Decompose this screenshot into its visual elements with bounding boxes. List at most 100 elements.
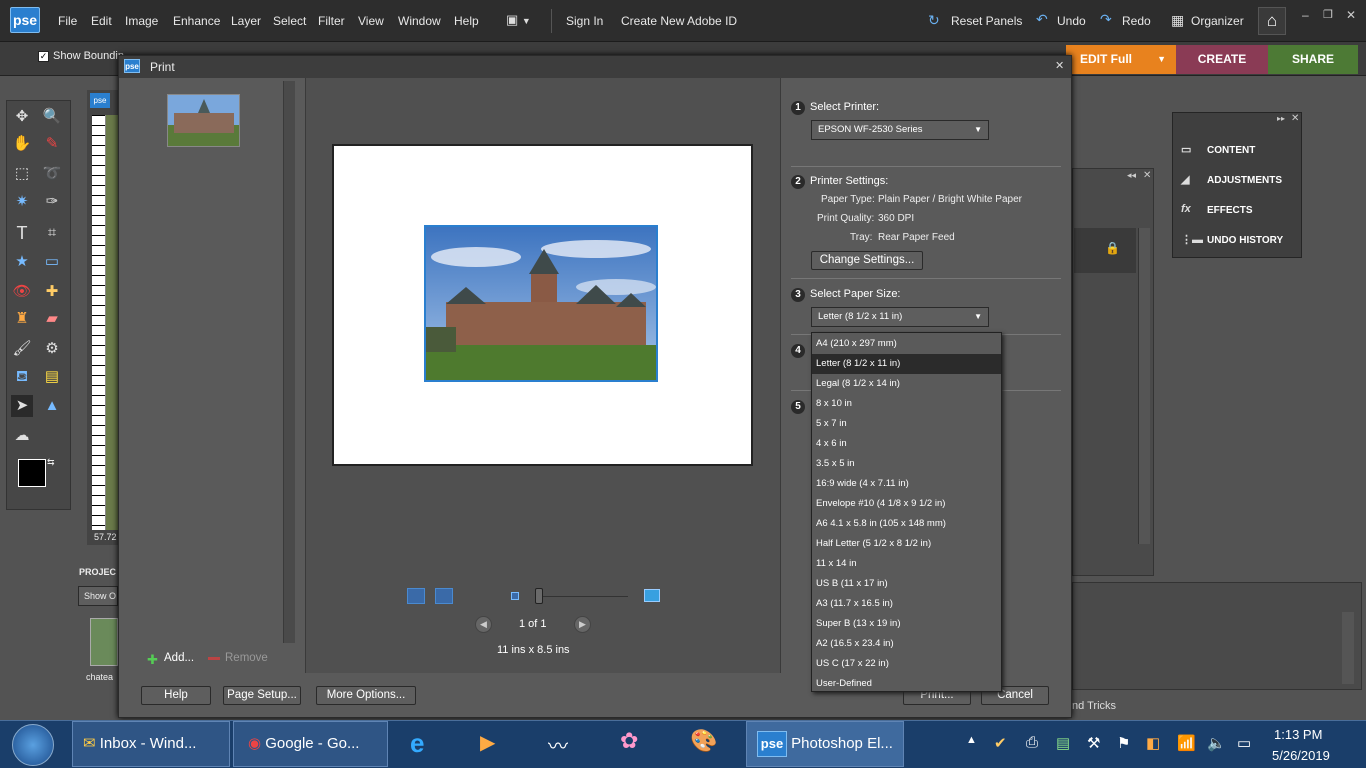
marquee-tool-icon[interactable]: ⬚ <box>11 163 33 185</box>
photo-preview[interactable] <box>424 225 658 382</box>
zoom-slider-track[interactable] <box>536 596 628 597</box>
menu-layer[interactable]: Layer <box>231 14 261 28</box>
taskbar-inbox[interactable]: ✉ Inbox - Wind... <box>72 721 230 767</box>
paper-size-option[interactable]: Super B (13 x 19 in) <box>812 614 1001 634</box>
home-icon[interactable]: ⌂ <box>1258 7 1286 35</box>
media-player-icon[interactable]: ▶ <box>480 730 495 755</box>
tool-tray-icon[interactable]: ⚒ <box>1087 734 1100 752</box>
gradient-tool-icon[interactable]: ▤ <box>41 366 63 388</box>
menu-select[interactable]: Select <box>273 14 306 28</box>
menu-image[interactable]: Image <box>125 14 158 28</box>
taskbar-photoshop[interactable]: pse Photoshop El... <box>746 721 904 767</box>
paper-size-option[interactable]: A2 (16.5 x 23.4 in) <box>812 634 1001 654</box>
brush-tool-icon[interactable]: 🖌 <box>11 338 33 360</box>
panel-undo-history[interactable]: ⋮▬ UNDO HISTORY <box>1181 234 1283 246</box>
tab-share[interactable]: SHARE <box>1268 45 1358 74</box>
blur-tool-icon[interactable]: ▲ <box>41 395 63 417</box>
paper-size-select[interactable]: Letter (8 1/2 x 11 in) ▼ <box>811 307 989 327</box>
taskbar-google[interactable]: ◉ Google - Go... <box>233 721 388 767</box>
hand-tool-icon[interactable]: ✋ <box>11 133 33 155</box>
paper-size-option[interactable]: Half Letter (5 1/2 x 8 1/2 in) <box>812 534 1001 554</box>
quick-selection-tool-icon[interactable]: ✑ <box>41 191 63 213</box>
paper-size-option[interactable]: 8 x 10 in <box>812 394 1001 414</box>
reset-panels-button[interactable]: Reset Panels <box>951 14 1022 28</box>
selection-arrow-tool-icon[interactable]: ➤ <box>11 395 33 417</box>
show-dropdown[interactable]: Show O <box>78 586 118 606</box>
restore-icon[interactable]: ❐ <box>1323 8 1333 21</box>
clock-time[interactable]: 1:13 PM <box>1274 727 1322 742</box>
sponge-tool-icon[interactable]: ☁ <box>11 425 33 447</box>
change-settings-button[interactable]: Change Settings... <box>811 251 923 270</box>
printer-select[interactable]: EPSON WF-2530 Series ▼ <box>811 120 989 140</box>
stock-app-icon[interactable]: 〰 <box>548 730 568 759</box>
eyedropper-tool-icon[interactable]: ✎ <box>41 133 63 155</box>
previous-page-button[interactable]: ◀ <box>475 616 492 633</box>
swap-colors-icon[interactable]: ⇆ <box>47 457 55 468</box>
paper-size-option[interactable]: Letter (8 1/2 x 11 in) <box>812 354 1001 374</box>
layers-scrollbar[interactable] <box>1138 228 1150 544</box>
crop-tool-icon[interactable]: ⌗ <box>41 222 63 244</box>
paper-size-option[interactable]: Envelope #10 (4 1/8 x 9 1/2 in) <box>812 494 1001 514</box>
show-hidden-icons[interactable]: ▲ <box>966 734 977 746</box>
undo-button[interactable]: Undo <box>1057 14 1086 28</box>
dialog-close-icon[interactable]: ✕ <box>1055 59 1064 72</box>
move-tool-icon[interactable]: ✥ <box>11 106 33 128</box>
paint-bucket-tool-icon[interactable]: ⛾ <box>11 366 33 388</box>
magic-wand-tool-icon[interactable]: ✷ <box>11 191 33 213</box>
panel-effects[interactable]: fx EFFECTS <box>1181 203 1253 216</box>
expand-icon[interactable]: ▸▸ <box>1277 114 1285 123</box>
show-bounding-checkbox[interactable]: ✓ <box>38 51 49 62</box>
sign-in-link[interactable]: Sign In <box>566 14 603 28</box>
tips-scrollbar[interactable] <box>1342 612 1354 684</box>
eraser-tool-icon[interactable]: ▰ <box>41 308 63 330</box>
network-printer-icon[interactable]: ⎙ <box>1026 734 1038 751</box>
layout-dropdown[interactable]: ▣ ▼ <box>506 12 540 30</box>
panel-content[interactable]: ▭ CONTENT <box>1181 144 1255 156</box>
clock-date[interactable]: 5/26/2019 <box>1272 748 1330 763</box>
thumbnail-scrollbar[interactable] <box>283 81 295 643</box>
paint-palette-icon[interactable]: 🎨 <box>690 728 717 754</box>
menu-window[interactable]: Window <box>398 14 441 28</box>
collapse-icon[interactable]: ◂◂ <box>1127 170 1136 181</box>
add-button[interactable]: Add... <box>164 652 194 664</box>
menu-view[interactable]: View <box>358 14 384 28</box>
paint-brush-icon[interactable]: ✿ <box>620 728 638 754</box>
close-icon[interactable]: ✕ <box>1291 113 1299 124</box>
remove-button[interactable]: Remove <box>225 652 268 664</box>
tab-edit-full[interactable]: EDIT Full ▼ <box>1066 45 1176 74</box>
close-icon[interactable]: ✕ <box>1143 170 1151 181</box>
paper-size-option[interactable]: A4 (210 x 297 mm) <box>812 334 1001 354</box>
print-thumbnail[interactable] <box>167 94 240 147</box>
recompose-tool-icon[interactable]: ▭ <box>41 251 63 273</box>
more-options-button[interactable]: More Options... <box>316 686 416 705</box>
start-button[interactable] <box>12 724 54 766</box>
menu-filter[interactable]: Filter <box>318 14 345 28</box>
paper-size-option[interactable]: 16:9 wide (4 x 7.11 in) <box>812 474 1001 494</box>
paper-size-option[interactable]: 11 x 14 in <box>812 554 1001 574</box>
internet-explorer-icon[interactable]: e <box>410 728 424 759</box>
tab-create[interactable]: CREATE <box>1176 45 1268 74</box>
paper-size-option[interactable]: Legal (8 1/2 x 14 in) <box>812 374 1001 394</box>
project-thumbnail[interactable] <box>90 618 118 666</box>
paper-size-option[interactable]: 3.5 x 5 in <box>812 454 1001 474</box>
red-eye-tool-icon[interactable]: 👁 <box>11 281 33 303</box>
paper-size-option[interactable]: User-Defined <box>812 674 1001 694</box>
action-center-icon[interactable]: ▭ <box>1237 734 1251 752</box>
smart-brush-tool-icon[interactable]: ⚙ <box>41 338 63 360</box>
foreground-color-swatch[interactable] <box>18 459 46 487</box>
healing-brush-tool-icon[interactable]: ✚ <box>41 281 63 303</box>
paper-size-option[interactable]: A3 (11.7 x 16.5 in) <box>812 594 1001 614</box>
clone-stamp-tool-icon[interactable]: ♜ <box>11 308 33 330</box>
create-adobe-id-link[interactable]: Create New Adobe ID <box>621 14 737 28</box>
norton-icon[interactable]: ✔ <box>994 734 1007 752</box>
zoom-tool-icon[interactable]: 🔍 <box>41 106 63 128</box>
page-setup-button[interactable]: Page Setup... <box>223 686 301 705</box>
volume-icon[interactable]: 🔈 <box>1207 734 1226 752</box>
type-tool-icon[interactable]: T <box>11 222 33 244</box>
menu-file[interactable]: File <box>58 14 77 28</box>
network-icon[interactable]: 📶 <box>1177 734 1196 752</box>
menu-edit[interactable]: Edit <box>91 14 112 28</box>
rotate-right-icon[interactable] <box>435 588 453 604</box>
next-page-button[interactable]: ▶ <box>574 616 591 633</box>
paper-size-option[interactable]: A6 4.1 x 5.8 in (105 x 148 mm) <box>812 514 1001 534</box>
